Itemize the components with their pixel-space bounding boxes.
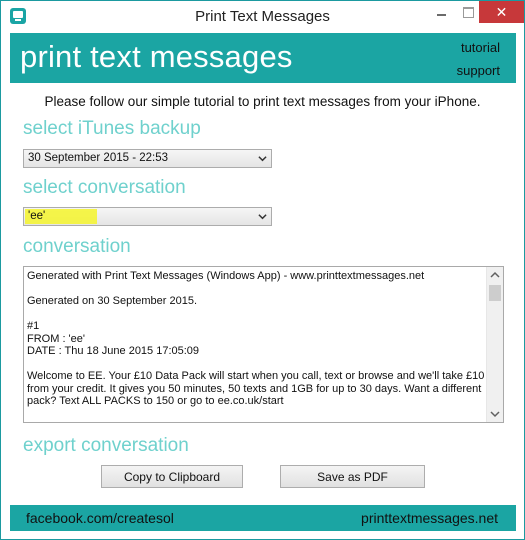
conversation-line: Generated with Print Text Messages (Wind… xyxy=(27,270,425,282)
footer-bar: facebook.com/createsol printtextmessages… xyxy=(10,505,516,531)
conversation-select[interactable]: 'ee' xyxy=(23,207,272,226)
backup-select-value: 30 September 2015 - 22:53 xyxy=(28,152,169,164)
conversation-select-value: 'ee' xyxy=(28,210,46,222)
conversation-label: conversation xyxy=(23,236,131,257)
brand-title: print text messages xyxy=(20,39,293,74)
support-link[interactable]: support xyxy=(457,63,500,78)
conversation-line: Welcome to EE. Your £10 Data Pack will s… xyxy=(27,370,485,407)
tutorial-link[interactable]: tutorial xyxy=(461,40,500,55)
conversation-line: FROM : 'ee' xyxy=(27,332,85,345)
conversation-line xyxy=(27,308,486,321)
save-as-pdf-button[interactable]: Save as PDF xyxy=(280,465,425,488)
backup-label: select iTunes backup xyxy=(23,118,201,139)
conversation-line: DATE : Thu 18 June 2015 17:05:09 xyxy=(27,345,200,357)
title-bar[interactable]: Print Text Messages ✕ xyxy=(1,1,524,33)
conversation-select-label: select conversation xyxy=(23,177,186,198)
close-button[interactable]: ✕ xyxy=(479,1,524,23)
facebook-link[interactable]: facebook.com/createsol xyxy=(26,510,174,526)
conversation-textarea[interactable]: Generated with Print Text Messages (Wind… xyxy=(23,266,504,423)
scroll-down-icon[interactable] xyxy=(487,406,503,422)
chevron-down-icon xyxy=(258,214,267,220)
conversation-line xyxy=(27,283,486,296)
copy-to-clipboard-button[interactable]: Copy to Clipboard xyxy=(101,465,243,488)
maximize-button[interactable] xyxy=(455,1,481,23)
website-link[interactable]: printtextmessages.net xyxy=(361,510,498,526)
conversation-line: Generated on 30 September 2015. xyxy=(27,295,198,307)
backup-select[interactable]: 30 September 2015 - 22:53 xyxy=(23,149,272,168)
header-banner: print text messages tutorial support xyxy=(10,33,516,83)
conversation-text: Generated with Print Text Messages (Wind… xyxy=(27,270,486,408)
app-window: Print Text Messages ✕ print text message… xyxy=(0,0,525,540)
chevron-down-icon xyxy=(258,156,267,162)
vertical-scrollbar[interactable] xyxy=(486,267,503,422)
intro-text: Please follow our simple tutorial to pri… xyxy=(44,94,481,109)
conversation-line: #1 xyxy=(27,320,40,332)
export-label: export conversation xyxy=(23,435,189,456)
scroll-up-icon[interactable] xyxy=(487,267,503,283)
minimize-button[interactable] xyxy=(429,1,455,23)
scroll-thumb[interactable] xyxy=(489,285,501,301)
conversation-line xyxy=(27,358,486,371)
